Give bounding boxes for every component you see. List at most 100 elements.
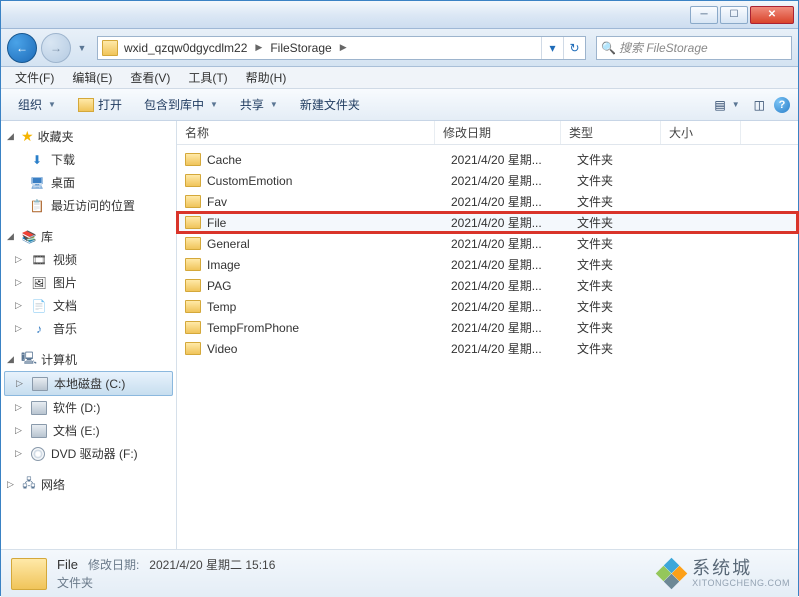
column-type[interactable]: 类型 bbox=[561, 121, 661, 144]
tree-dvd-f[interactable]: ▷ DVD 驱动器 (F:) bbox=[1, 442, 176, 465]
desktop-icon: 🖥 bbox=[29, 176, 45, 190]
close-button[interactable]: ✕ bbox=[750, 6, 794, 24]
expand-icon[interactable]: ▷ bbox=[15, 448, 25, 459]
tree-music[interactable]: ▷ ♪ 音乐 bbox=[1, 317, 176, 340]
previous-locations-button[interactable]: ▾ bbox=[541, 37, 563, 59]
tree-desktop[interactable]: 🖥 桌面 bbox=[1, 171, 176, 194]
folder-icon bbox=[185, 258, 201, 271]
forward-button[interactable]: → bbox=[41, 33, 71, 63]
expand-icon[interactable]: ▷ bbox=[15, 425, 25, 436]
tree-item-label: 最近访问的位置 bbox=[51, 197, 135, 214]
address-bar[interactable]: wxid_qzqw0dgycdlm22 ▶ FileStorage ▶ ▾ ↻ bbox=[97, 36, 586, 60]
nav-bar: ← → ▼ wxid_qzqw0dgycdlm22 ▶ FileStorage … bbox=[1, 29, 798, 67]
file-type: 文件夹 bbox=[577, 172, 677, 189]
search-input[interactable]: 🔍 搜索 FileStorage bbox=[596, 36, 792, 60]
file-type: 文件夹 bbox=[577, 235, 677, 252]
file-row[interactable]: General2021/4/20 星期...文件夹 bbox=[177, 233, 798, 254]
file-row[interactable]: Fav2021/4/20 星期...文件夹 bbox=[177, 191, 798, 212]
folder-icon bbox=[185, 342, 201, 355]
chevron-right-icon[interactable]: ▶ bbox=[251, 42, 266, 53]
column-date[interactable]: 修改日期 bbox=[435, 121, 561, 144]
tree-item-label: 文档 bbox=[53, 297, 77, 314]
collapse-icon[interactable]: ◢ bbox=[7, 354, 17, 365]
collapse-icon[interactable]: ◢ bbox=[7, 231, 17, 242]
tree-computer[interactable]: ◢ 🖳 计算机 bbox=[1, 348, 176, 371]
tree-favorites[interactable]: ◢ ★ 收藏夹 bbox=[1, 125, 176, 148]
main-split: ◢ ★ 收藏夹 ⬇ 下载 🖥 桌面 📋 最近访问的位置 bbox=[1, 121, 798, 549]
folder-icon bbox=[185, 279, 201, 292]
tree-recent[interactable]: 📋 最近访问的位置 bbox=[1, 194, 176, 217]
file-row[interactable]: File2021/4/20 星期...文件夹 bbox=[177, 212, 798, 233]
share-button[interactable]: 共享 ▼ bbox=[231, 91, 287, 118]
menu-view[interactable]: 查看(V) bbox=[122, 67, 178, 88]
file-list[interactable]: 名称 修改日期 类型 大小 Cache2021/4/20 星期...文件夹Cus… bbox=[177, 121, 798, 549]
open-button[interactable]: 打开 bbox=[69, 91, 131, 118]
file-row[interactable]: Image2021/4/20 星期...文件夹 bbox=[177, 254, 798, 275]
file-date: 2021/4/20 星期... bbox=[451, 235, 577, 252]
history-dropdown[interactable]: ▼ bbox=[75, 35, 89, 61]
file-row[interactable]: CustomEmotion2021/4/20 星期...文件夹 bbox=[177, 170, 798, 191]
column-name[interactable]: 名称 bbox=[177, 121, 435, 144]
expand-icon[interactable]: ▷ bbox=[15, 300, 25, 311]
new-folder-button[interactable]: 新建文件夹 bbox=[291, 91, 369, 118]
file-date: 2021/4/20 星期... bbox=[451, 340, 577, 357]
tree-videos[interactable]: ▷ 🎞 视频 bbox=[1, 248, 176, 271]
collapse-icon[interactable]: ◢ bbox=[7, 131, 17, 142]
file-date: 2021/4/20 星期... bbox=[451, 151, 577, 168]
menu-file[interactable]: 文件(F) bbox=[7, 67, 62, 88]
arrow-right-icon: → bbox=[50, 41, 62, 55]
file-row[interactable]: Cache2021/4/20 星期...文件夹 bbox=[177, 149, 798, 170]
minimize-button[interactable]: ─ bbox=[690, 6, 718, 24]
file-row[interactable]: Temp2021/4/20 星期...文件夹 bbox=[177, 296, 798, 317]
open-label: 打开 bbox=[98, 96, 122, 113]
expand-icon[interactable]: ▷ bbox=[7, 479, 17, 490]
breadcrumb-seg-2[interactable]: FileStorage ▶ bbox=[268, 41, 352, 55]
file-type: 文件夹 bbox=[577, 298, 677, 315]
file-row[interactable]: PAG2021/4/20 星期...文件夹 bbox=[177, 275, 798, 296]
expand-icon[interactable]: ▷ bbox=[15, 277, 25, 288]
menu-tools[interactable]: 工具(T) bbox=[180, 67, 235, 88]
folder-large-icon bbox=[11, 558, 47, 590]
tree-libraries[interactable]: ◢ 📚 库 bbox=[1, 225, 176, 248]
file-name: CustomEmotion bbox=[207, 174, 451, 188]
help-button[interactable]: ? bbox=[774, 97, 790, 113]
file-name: PAG bbox=[207, 279, 451, 293]
details-name: File bbox=[57, 557, 78, 572]
tree-pictures[interactable]: ▷ 🖼 图片 bbox=[1, 271, 176, 294]
details-type: 文件夹 bbox=[57, 576, 93, 590]
watermark-cn: 系统城 bbox=[692, 559, 790, 579]
menu-edit[interactable]: 编辑(E) bbox=[64, 67, 120, 88]
tree-item-label: 下载 bbox=[51, 151, 75, 168]
maximize-button[interactable]: ☐ bbox=[720, 6, 748, 24]
folder-icon bbox=[185, 195, 201, 208]
tree-network[interactable]: ▷ 🖧 网络 bbox=[1, 473, 176, 496]
tree-item-label: 文档 (E:) bbox=[53, 422, 100, 439]
tree-downloads[interactable]: ⬇ 下载 bbox=[1, 148, 176, 171]
tree-soft-d[interactable]: ▷ 软件 (D:) bbox=[1, 396, 176, 419]
menu-help[interactable]: 帮助(H) bbox=[238, 67, 295, 88]
expand-icon[interactable]: ▷ bbox=[15, 254, 25, 265]
breadcrumb-seg-1[interactable]: wxid_qzqw0dgycdlm22 ▶ bbox=[122, 41, 268, 55]
chevron-down-icon: ▼ bbox=[270, 100, 278, 109]
expand-icon[interactable]: ▷ bbox=[15, 402, 25, 413]
file-row[interactable]: TempFromPhone2021/4/20 星期...文件夹 bbox=[177, 317, 798, 338]
chevron-right-icon[interactable]: ▶ bbox=[336, 42, 351, 53]
tree-local-c[interactable]: ▷ 本地磁盘 (C:) bbox=[4, 371, 173, 396]
refresh-button[interactable]: ↻ bbox=[563, 37, 585, 59]
tree-doc-e[interactable]: ▷ 文档 (E:) bbox=[1, 419, 176, 442]
column-size[interactable]: 大小 bbox=[661, 121, 741, 144]
expand-icon[interactable]: ▷ bbox=[15, 323, 25, 334]
preview-pane-button[interactable]: ◫ bbox=[749, 93, 770, 117]
back-button[interactable]: ← bbox=[7, 33, 37, 63]
folder-icon bbox=[185, 300, 201, 313]
expand-icon[interactable]: ▷ bbox=[16, 378, 26, 389]
file-row[interactable]: Video2021/4/20 星期...文件夹 bbox=[177, 338, 798, 359]
view-options-button[interactable]: ▤ ▼ bbox=[709, 93, 744, 117]
organize-button[interactable]: 组织 ▼ bbox=[9, 91, 65, 118]
menu-bar: 文件(F) 编辑(E) 查看(V) 工具(T) 帮助(H) bbox=[1, 67, 798, 89]
navigation-pane[interactable]: ◢ ★ 收藏夹 ⬇ 下载 🖥 桌面 📋 最近访问的位置 bbox=[1, 121, 177, 549]
tree-documents[interactable]: ▷ 📄 文档 bbox=[1, 294, 176, 317]
file-name: Cache bbox=[207, 153, 451, 167]
tree-item-label: 桌面 bbox=[51, 174, 75, 191]
include-button[interactable]: 包含到库中 ▼ bbox=[135, 91, 227, 118]
